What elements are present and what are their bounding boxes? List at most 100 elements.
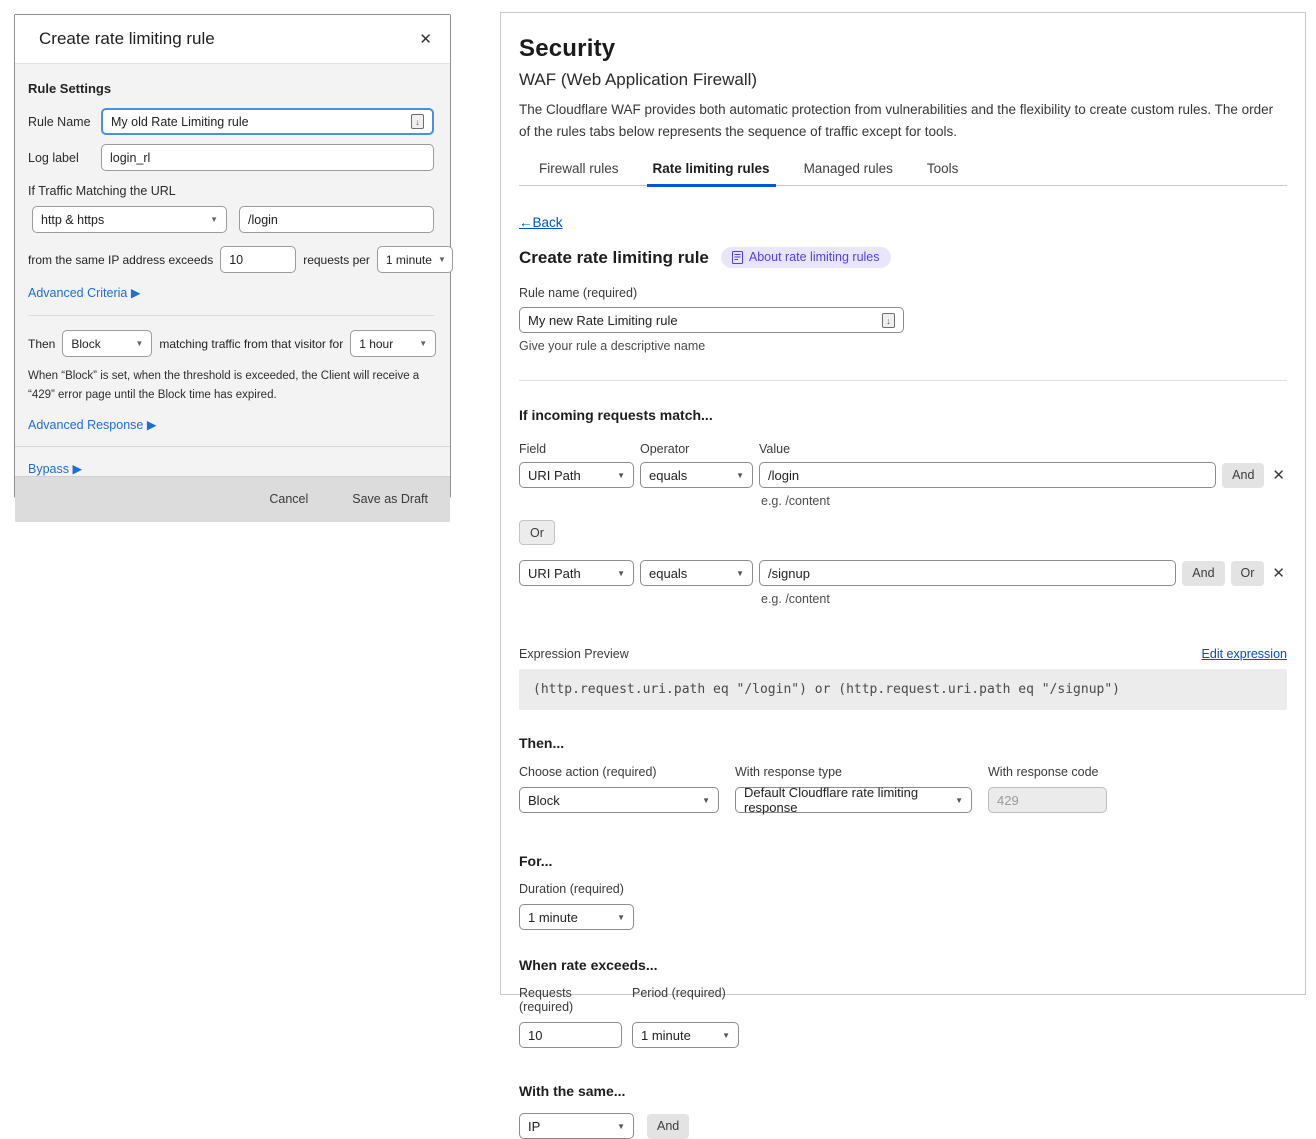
field-select[interactable]: URI Path ▼ bbox=[519, 462, 634, 488]
autofill-icon[interactable]: ↓ bbox=[411, 114, 424, 129]
expression-header: Expression Preview Edit expression bbox=[519, 647, 1287, 661]
edit-expression-link[interactable]: Edit expression bbox=[1202, 647, 1287, 661]
threshold-row: from the same IP address exceeds 10 requ… bbox=[28, 246, 434, 273]
block-note: When “Block” is set, when the threshold … bbox=[28, 367, 434, 405]
cancel-button[interactable]: Cancel bbox=[269, 492, 308, 506]
about-rate-limiting-badge[interactable]: About rate limiting rules bbox=[721, 247, 891, 268]
chevron-down-icon: ▼ bbox=[730, 569, 744, 578]
then-middle: matching traffic from that visitor for bbox=[159, 337, 343, 351]
characteristic-select[interactable]: IP ▼ bbox=[519, 1113, 634, 1139]
or-connector: Or bbox=[519, 520, 1287, 545]
modal-footer: Cancel Save as Draft bbox=[15, 476, 450, 522]
action-value: Block bbox=[71, 337, 100, 351]
rule-name-value: My new Rate Limiting rule bbox=[528, 313, 678, 328]
back-label: Back bbox=[533, 215, 563, 230]
advanced-criteria-link[interactable]: Advanced Criteria ▶ bbox=[28, 285, 140, 300]
operator-column-label: Operator bbox=[640, 442, 753, 456]
field-value: URI Path bbox=[528, 468, 581, 483]
response-code-input: 429 bbox=[988, 787, 1107, 813]
rule-name-label: Rule name (required) bbox=[519, 286, 1287, 300]
divider bbox=[28, 315, 434, 316]
period-select[interactable]: 1 minute ▼ bbox=[632, 1022, 739, 1048]
match-row: URI Path ▼ equals ▼ /signup And Or ✕ bbox=[519, 560, 1287, 586]
then-controls: Choose action (required) Block ▼ With re… bbox=[519, 765, 1287, 813]
back-link[interactable]: ←Back bbox=[519, 215, 563, 230]
match-row: URI Path ▼ equals ▼ /login And ✕ bbox=[519, 462, 1287, 488]
log-label-input[interactable]: login_rl bbox=[101, 144, 434, 171]
requests-input[interactable]: 10 bbox=[519, 1022, 622, 1048]
rule-name-row: Rule Name My old Rate Limiting rule ↓ bbox=[28, 108, 434, 135]
form-title-row: Create rate limiting rule About rate lim… bbox=[519, 247, 1287, 268]
divider bbox=[519, 380, 1287, 381]
action-select[interactable]: Block ▼ bbox=[519, 787, 719, 813]
save-as-draft-button[interactable]: Save as Draft bbox=[352, 492, 428, 506]
response-type-select[interactable]: Default Cloudflare rate limiting respons… bbox=[735, 787, 972, 813]
url-value: /login bbox=[248, 213, 278, 227]
period-value: 1 minute bbox=[386, 253, 432, 267]
value-input[interactable]: /signup bbox=[759, 560, 1176, 586]
modal-header: Create rate limiting rule ✕ bbox=[15, 15, 450, 64]
legacy-rate-limit-modal: Create rate limiting rule ✕ Rule Setting… bbox=[14, 14, 451, 498]
tab-rate-limiting-rules[interactable]: Rate limiting rules bbox=[651, 157, 772, 185]
response-code-column: With response code 429 bbox=[988, 765, 1107, 813]
duration-select[interactable]: 1 minute ▼ bbox=[519, 904, 634, 930]
chevron-down-icon: ▼ bbox=[730, 471, 744, 480]
or-button[interactable]: Or bbox=[1231, 561, 1265, 586]
tab-firewall-rules[interactable]: Firewall rules bbox=[537, 157, 621, 185]
ban-duration-select[interactable]: 1 hour ▼ bbox=[350, 330, 436, 357]
period-label: Period (required) bbox=[632, 986, 739, 1014]
page-description: The Cloudflare WAF provides both automat… bbox=[519, 99, 1287, 142]
ban-duration-value: 1 hour bbox=[359, 337, 393, 351]
page-title: Security bbox=[519, 35, 1287, 63]
rate-controls: 10 1 minute ▼ bbox=[519, 1022, 1287, 1048]
chevron-down-icon: ▼ bbox=[611, 913, 625, 922]
then-label: Then bbox=[28, 337, 55, 351]
chevron-down-icon: ▼ bbox=[129, 339, 143, 348]
or-button[interactable]: Or bbox=[519, 520, 555, 545]
and-button[interactable]: And bbox=[647, 1114, 689, 1139]
value-column-label: Value bbox=[759, 442, 790, 456]
same-section-title: With the same... bbox=[519, 1083, 1287, 1099]
url-input[interactable]: /login bbox=[239, 206, 434, 233]
document-icon bbox=[732, 251, 743, 264]
requests-input[interactable]: 10 bbox=[220, 246, 296, 273]
duration-value: 1 minute bbox=[528, 910, 578, 925]
field-value: URI Path bbox=[528, 566, 581, 581]
value-input[interactable]: /login bbox=[759, 462, 1216, 488]
characteristic-value: IP bbox=[528, 1119, 540, 1134]
field-column-label: Field bbox=[519, 442, 634, 456]
rule-name-helper: Give your rule a descriptive name bbox=[519, 339, 1287, 353]
remove-condition-icon[interactable]: ✕ bbox=[1270, 564, 1287, 582]
operator-select[interactable]: equals ▼ bbox=[640, 462, 753, 488]
advanced-response-link[interactable]: Advanced Response ▶ bbox=[28, 417, 156, 432]
tab-tools[interactable]: Tools bbox=[925, 157, 961, 185]
requests-value: 10 bbox=[528, 1028, 542, 1043]
response-code-label: With response code bbox=[988, 765, 1107, 779]
rule-name-input[interactable]: My old Rate Limiting rule ↓ bbox=[101, 108, 434, 135]
rule-name-value: My old Rate Limiting rule bbox=[111, 115, 249, 129]
threshold-prefix: from the same IP address exceeds bbox=[28, 253, 213, 267]
chevron-down-icon: ▼ bbox=[611, 1122, 625, 1131]
and-button[interactable]: And bbox=[1222, 463, 1264, 488]
autofill-icon[interactable]: ↓ bbox=[882, 313, 895, 328]
scheme-value: http & https bbox=[41, 213, 104, 227]
bypass-link[interactable]: Bypass ▶ bbox=[28, 461, 82, 476]
and-button[interactable]: And bbox=[1182, 561, 1224, 586]
close-icon[interactable]: ✕ bbox=[415, 28, 436, 51]
action-value: Block bbox=[528, 793, 560, 808]
scheme-select[interactable]: http & https ▼ bbox=[32, 206, 227, 233]
requests-label: Requests (required) bbox=[519, 986, 622, 1014]
period-value: 1 minute bbox=[641, 1028, 691, 1043]
tab-managed-rules[interactable]: Managed rules bbox=[802, 157, 895, 185]
chevron-down-icon: ▼ bbox=[611, 569, 625, 578]
field-select[interactable]: URI Path ▼ bbox=[519, 560, 634, 586]
match-section-title: If incoming requests match... bbox=[519, 407, 1287, 423]
action-select[interactable]: Block ▼ bbox=[62, 330, 152, 357]
page-subtitle: WAF (Web Application Firewall) bbox=[519, 70, 1287, 90]
period-select[interactable]: 1 minute ▼ bbox=[377, 246, 453, 273]
response-type-label: With response type bbox=[735, 765, 972, 779]
rule-name-input[interactable]: My new Rate Limiting rule ↓ bbox=[519, 307, 904, 333]
requests-value: 10 bbox=[229, 253, 243, 267]
remove-condition-icon[interactable]: ✕ bbox=[1270, 466, 1287, 484]
operator-select[interactable]: equals ▼ bbox=[640, 560, 753, 586]
